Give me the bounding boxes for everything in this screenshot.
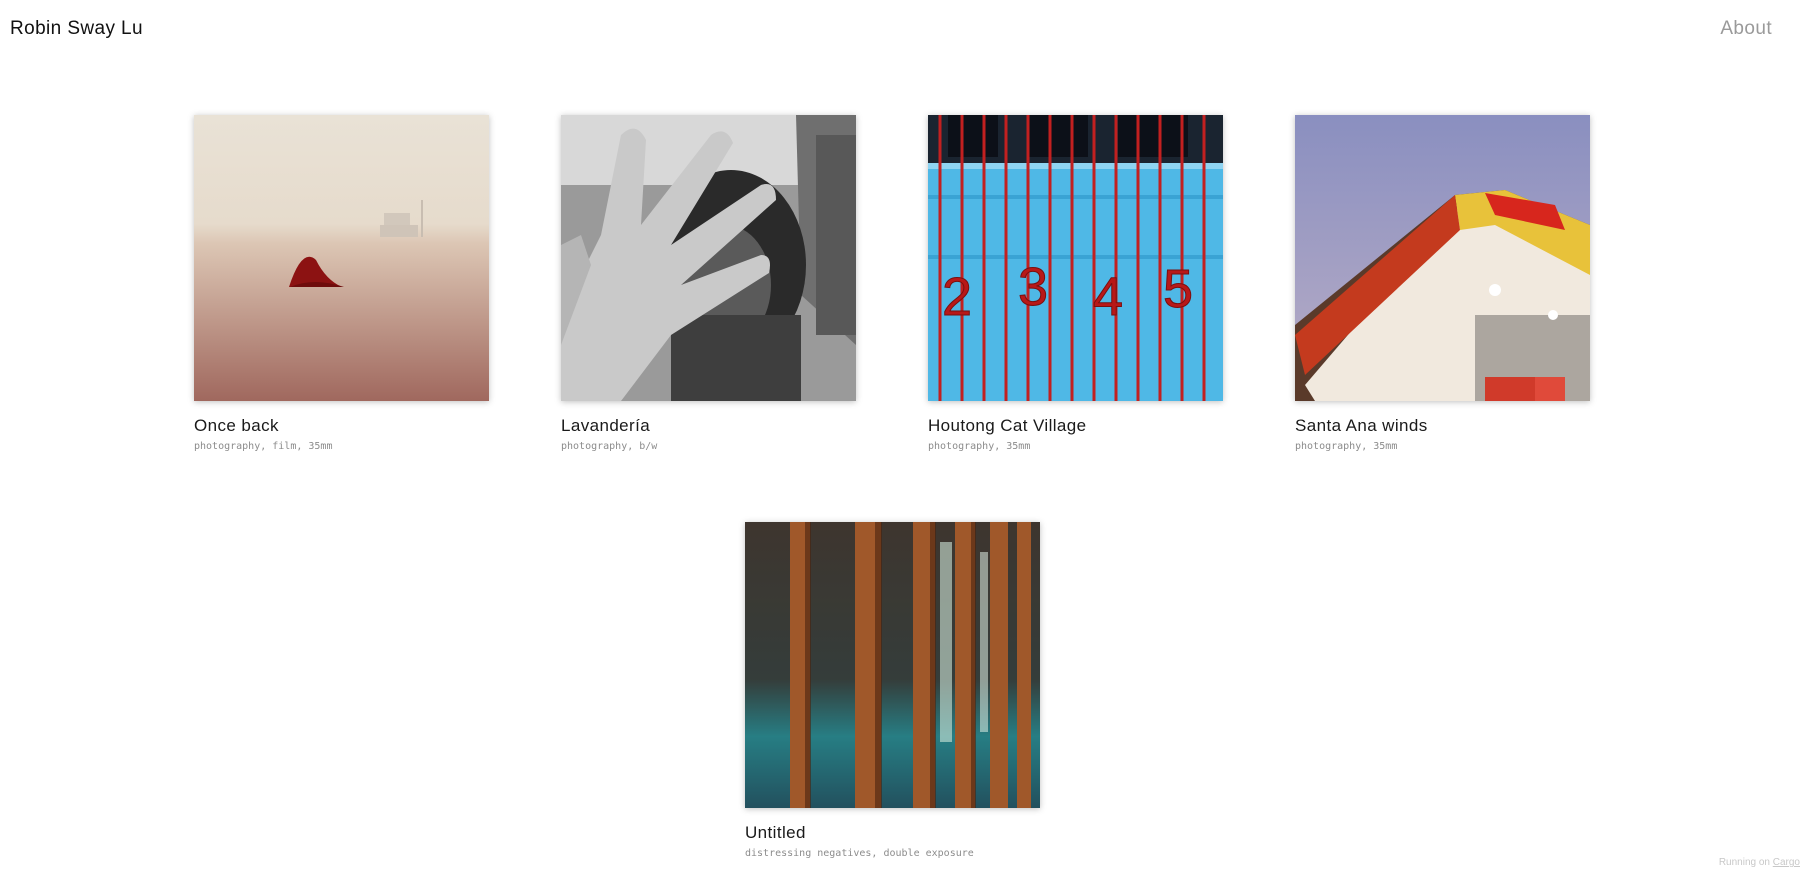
project-title[interactable]: Lavandería (561, 416, 856, 436)
bars-double-exposure-photo (745, 522, 1040, 808)
photo-number: 3 (1018, 257, 1048, 317)
beach-fog-photo (194, 115, 489, 401)
project-title[interactable]: Once back (194, 416, 489, 436)
project-thumbnail[interactable]: 2 3 4 5 (928, 115, 1223, 401)
project-thumbnail[interactable] (194, 115, 489, 401)
project-card-houtong-cat-village[interactable]: 2 3 4 5 Houtong Cat Village photography,… (928, 115, 1223, 453)
project-card-santa-ana-winds[interactable]: Santa Ana winds photography, 35mm (1295, 115, 1590, 453)
running-on-label: Running on (1718, 857, 1770, 868)
photo-number: 5 (1163, 259, 1193, 319)
project-card-once-back[interactable]: Once back photography, film, 35mm (194, 115, 489, 453)
photo-number: 4 (1093, 267, 1123, 327)
site-title[interactable]: Robin Sway Lu (10, 18, 143, 40)
project-tags: photography, 35mm (1295, 441, 1398, 452)
hand-portrait-bw-photo (561, 115, 856, 401)
blue-door-red-bars-photo: 2 3 4 5 (928, 115, 1223, 401)
project-title[interactable]: Houtong Cat Village (928, 416, 1223, 436)
project-title[interactable]: Untitled (745, 823, 1040, 843)
running-on-cargo-note: Running on Cargo (1719, 857, 1800, 868)
project-thumbnail[interactable] (745, 522, 1040, 808)
gas-station-canopy-photo (1295, 115, 1590, 401)
project-thumbnail[interactable] (1295, 115, 1590, 401)
project-title[interactable]: Santa Ana winds (1295, 416, 1590, 436)
project-tags: photography, film, 35mm (194, 441, 333, 452)
project-card-untitled[interactable]: Untitled distressing negatives, double e… (745, 522, 1040, 860)
cargo-link[interactable]: Cargo (1773, 857, 1800, 868)
photo-number: 2 (942, 267, 972, 327)
project-tags: photography, 35mm (928, 441, 1031, 452)
project-thumbnail[interactable] (561, 115, 856, 401)
about-link[interactable]: About (1720, 18, 1772, 40)
project-tags: distressing negatives, double exposure (745, 848, 974, 859)
project-card-lavanderia[interactable]: Lavandería photography, b/w (561, 115, 856, 453)
project-tags: photography, b/w (561, 441, 658, 452)
